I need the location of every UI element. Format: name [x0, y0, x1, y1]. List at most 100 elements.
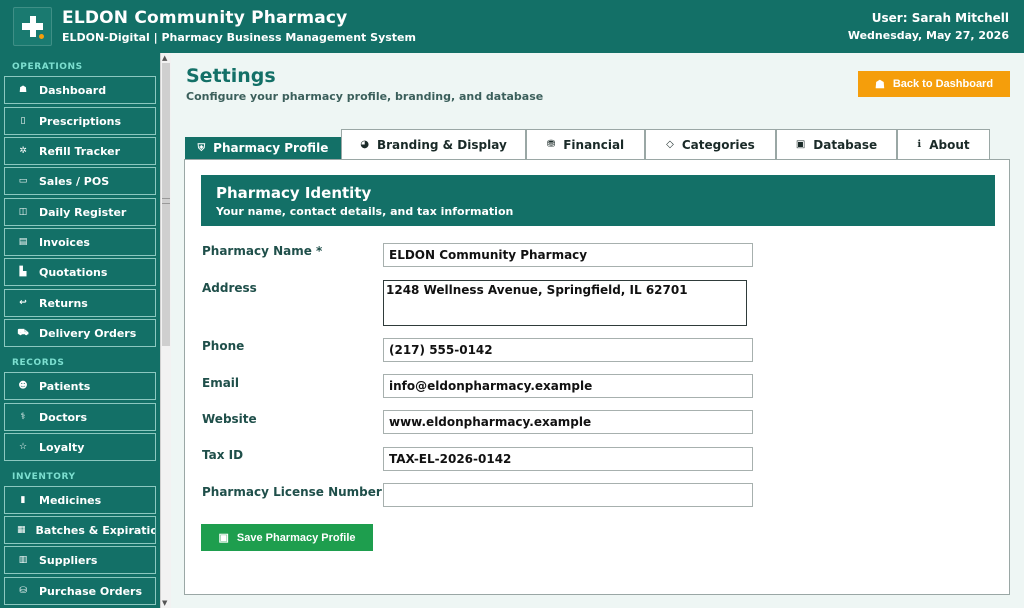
sidebar-item-suppliers[interactable]: ▥ Suppliers: [4, 546, 156, 574]
invoice-icon: ▤: [18, 237, 28, 247]
sidebar-item-label: Prescriptions: [39, 114, 122, 128]
box-icon: ▦: [17, 525, 26, 535]
tab-label: Database: [813, 137, 878, 152]
tab-label: Pharmacy Profile: [213, 141, 329, 155]
stethoscope-icon: ⚕: [20, 412, 26, 422]
sidebar-item-label: Dashboard: [39, 83, 107, 97]
sidebar-scrollbar[interactable]: ▲ ▼: [160, 53, 171, 608]
scrollbar-grip-icon: [162, 198, 170, 204]
return-icon: ↩: [19, 298, 27, 308]
sidebar-item-label: Batches & Expiration: [35, 523, 156, 537]
pharmacy-name-label: Pharmacy Name *: [202, 244, 323, 258]
current-date: Wednesday, May 27, 2026: [847, 29, 1009, 42]
pharmacy-profile-panel: Pharmacy Identity Your name, contact det…: [184, 159, 1010, 595]
sidebar-item-prescriptions[interactable]: ▯ Prescriptions: [4, 107, 156, 135]
sidebar-item-label: Purchase Orders: [39, 584, 143, 598]
sidebar-item-label: Sales / POS: [39, 174, 110, 188]
pharmacy-cross-logo-icon: [13, 7, 52, 46]
tag-icon: ◇: [666, 139, 674, 150]
sidebar-item-delivery-orders[interactable]: ⛟ Delivery Orders: [4, 319, 156, 347]
pharmacy-name-input[interactable]: ELDON Community Pharmacy: [383, 243, 753, 267]
palette-icon: ◕: [360, 139, 369, 150]
tab-label: Branding & Display: [376, 137, 507, 152]
back-button-label: Back to Dashboard: [892, 78, 994, 90]
pharmacy-icon: ⛨: [197, 142, 206, 154]
tab-categories[interactable]: ◇ Categories: [645, 129, 776, 159]
email-label: Email: [202, 376, 240, 390]
clipboard-icon: ▯: [20, 116, 26, 126]
section-label-inventory: INVENTORY: [12, 472, 76, 482]
tab-financial[interactable]: ⛃ Financial: [526, 129, 645, 159]
sidebar-item-batches-expiration[interactable]: ▦ Batches & Expiration: [4, 516, 156, 544]
page-description: Configure your pharmacy profile, brandin…: [186, 90, 544, 103]
register-icon: ▭: [18, 176, 28, 186]
building-icon: ▥: [18, 555, 28, 565]
refill-icon: ✲: [19, 146, 27, 156]
sidebar-item-label: Returns: [39, 296, 88, 310]
sidebar-item-purchase-orders[interactable]: ⛁ Purchase Orders: [4, 577, 156, 605]
truck-icon: ⛟: [17, 327, 29, 338]
pharmacy-identity-header: Pharmacy Identity Your name, contact det…: [201, 175, 995, 226]
panel-subtitle: Your name, contact details, and tax info…: [216, 205, 514, 218]
sidebar-item-label: Delivery Orders: [39, 326, 137, 340]
money-bag-icon: ⛃: [546, 139, 556, 150]
save-pharmacy-profile-button[interactable]: ▣ Save Pharmacy Profile: [201, 524, 373, 551]
sidebar-item-label: Invoices: [39, 235, 90, 249]
save-button-label: Save Pharmacy Profile: [236, 531, 356, 544]
tab-about[interactable]: ℹ About: [897, 129, 990, 159]
sidebar-item-doctors[interactable]: ⚕ Doctors: [4, 403, 156, 431]
website-label: Website: [202, 412, 257, 426]
tab-label: About: [929, 137, 970, 152]
tab-branding-display[interactable]: ◕ Branding & Display: [341, 129, 526, 159]
address-label: Address: [202, 281, 257, 295]
panel-title: Pharmacy Identity: [216, 184, 372, 202]
sidebar-item-label: Daily Register: [39, 205, 127, 219]
sidebar-item-dashboard[interactable]: ☗ Dashboard: [4, 76, 156, 104]
sidebar-item-label: Patients: [39, 379, 91, 393]
current-user: User: Sarah Mitchell: [871, 11, 1009, 25]
back-to-dashboard-button[interactable]: ☗ Back to Dashboard: [858, 71, 1010, 97]
pill-icon: ▮: [20, 495, 26, 505]
phone-input[interactable]: (217) 555-0142: [383, 338, 753, 362]
sidebar-item-label: Medicines: [39, 493, 102, 507]
tab-label: Financial: [563, 137, 625, 152]
tab-label: Categories: [681, 137, 755, 152]
phone-label: Phone: [202, 339, 245, 353]
floppy-icon: ▣: [795, 139, 806, 150]
license-number-input[interactable]: [383, 483, 753, 507]
sidebar-item-invoices[interactable]: ▤ Invoices: [4, 228, 156, 256]
sidebar-item-daily-register[interactable]: ◫ Daily Register: [4, 198, 156, 226]
sidebar-item-label: Refill Tracker: [39, 144, 121, 158]
sidebar-item-label: Loyalty: [39, 440, 85, 454]
sidebar-item-returns[interactable]: ↩ Returns: [4, 289, 156, 317]
sidebar-item-quotations[interactable]: ▙ Quotations: [4, 258, 156, 286]
sidebar-item-medicines[interactable]: ▮ Medicines: [4, 486, 156, 514]
people-icon: ☻: [18, 381, 28, 391]
sidebar-item-loyalty[interactable]: ☆ Loyalty: [4, 433, 156, 461]
tab-database[interactable]: ▣ Database: [776, 129, 897, 159]
tax-id-input[interactable]: TAX-EL-2026-0142: [383, 447, 753, 471]
bag-icon: ⛁: [19, 586, 27, 596]
website-input[interactable]: www.eldonpharmacy.example: [383, 410, 753, 434]
info-icon: ℹ: [917, 139, 922, 150]
scrollbar-thumb[interactable]: [162, 63, 170, 346]
sidebar-item-patients[interactable]: ☻ Patients: [4, 372, 156, 400]
app-subtitle: ELDON-Digital | Pharmacy Business Manage…: [62, 31, 416, 44]
sidebar-item-label: Doctors: [39, 410, 87, 424]
scroll-down-arrow-icon[interactable]: ▼: [162, 599, 167, 607]
sidebar-item-label: Suppliers: [39, 553, 98, 567]
floppy-icon: ▣: [218, 532, 229, 544]
tab-pharmacy-profile[interactable]: ⛨ Pharmacy Profile: [185, 137, 341, 159]
email-input[interactable]: info@eldonpharmacy.example: [383, 374, 753, 398]
home-icon: ☗: [874, 78, 885, 91]
sidebar-item-label: Quotations: [39, 265, 108, 279]
sidebar-item-sales-pos[interactable]: ▭ Sales / POS: [4, 167, 156, 195]
sidebar: OPERATIONS ☗ Dashboard ▯ Prescriptions ✲ Re…: [0, 53, 160, 608]
app-title: ELDON Community Pharmacy: [62, 8, 348, 28]
app-header: ELDON Community Pharmacy ELDON-Digital |…: [0, 0, 1024, 53]
address-textarea[interactable]: 1248 Wellness Avenue, Springfield, IL 62…: [383, 280, 747, 326]
scroll-up-arrow-icon[interactable]: ▲: [162, 54, 167, 62]
sidebar-item-refill-tracker[interactable]: ✲ Refill Tracker: [4, 137, 156, 165]
quote-icon: ▙: [19, 267, 27, 277]
star-icon: ☆: [18, 442, 28, 452]
